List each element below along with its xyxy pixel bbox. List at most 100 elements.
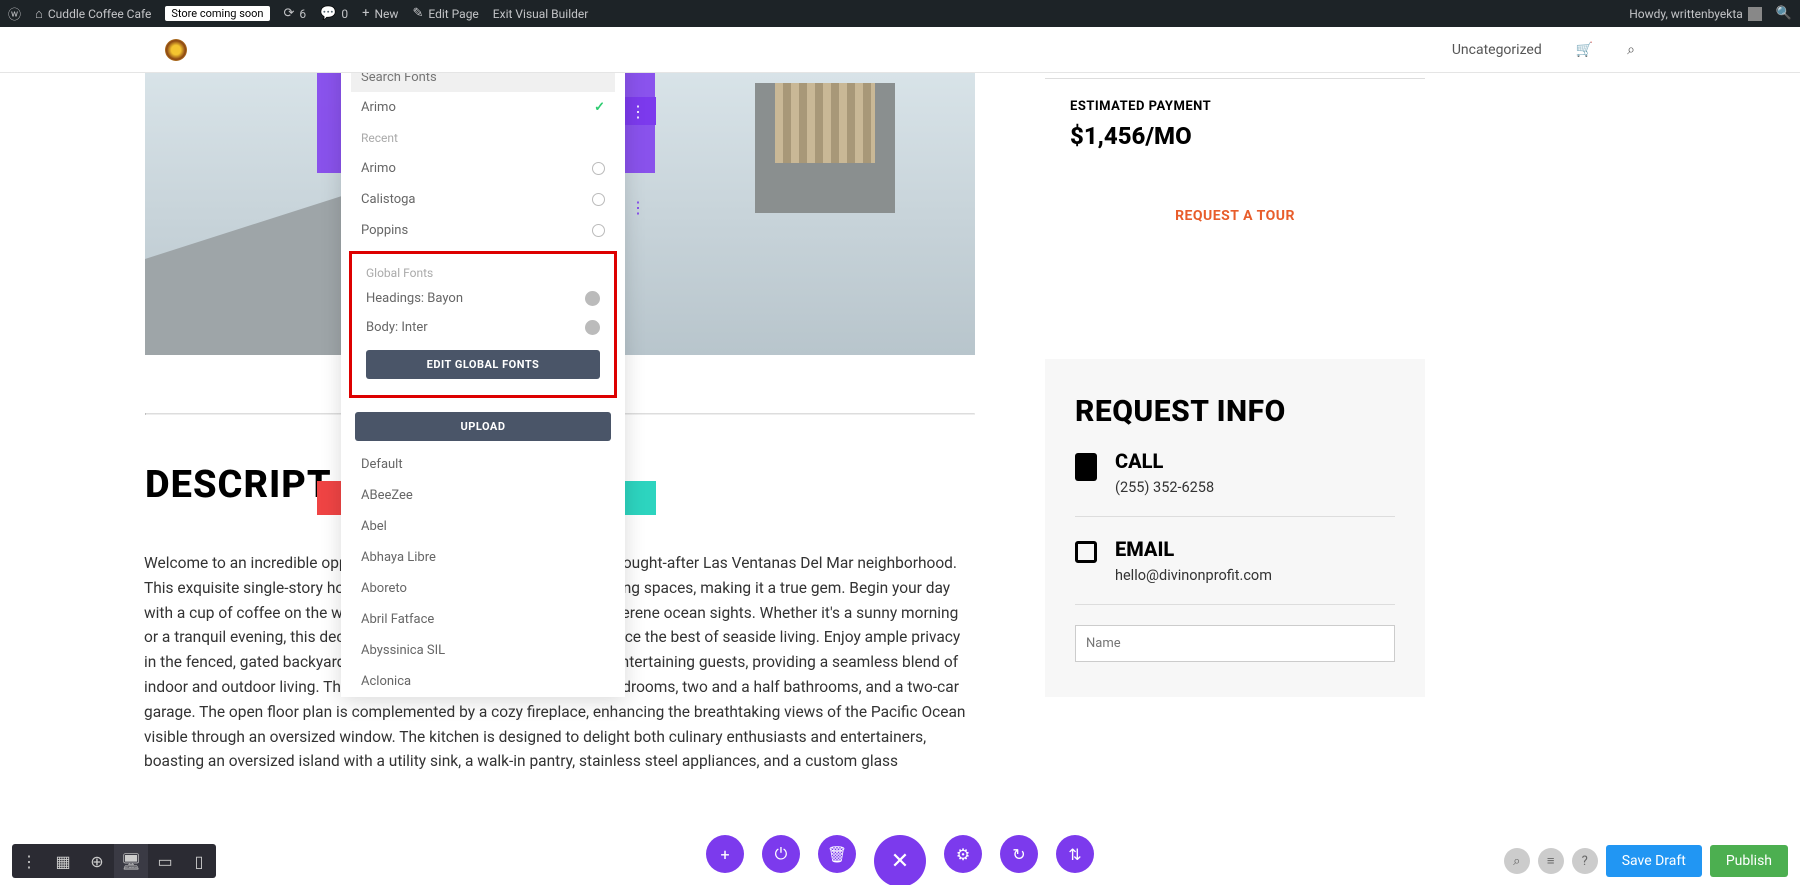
site-name-text: Cuddle Coffee Cafe (48, 7, 152, 21)
contact-call-row: CALL (255) 352-6258 (1075, 429, 1395, 517)
avatar (1748, 7, 1762, 21)
exit-vb-link[interactable]: Exit Visual Builder (493, 7, 589, 21)
right-actions: ⌕ ≡ ? Save Draft Publish (1504, 845, 1788, 877)
zoom-button[interactable]: ⊕ (80, 844, 114, 878)
clock-icon (592, 193, 605, 206)
font-item[interactable]: Default (341, 449, 625, 480)
font-item-global-headings[interactable]: Headings: Bayon (352, 284, 614, 313)
name-input[interactable] (1075, 625, 1395, 662)
font-name: Calistoga (361, 192, 415, 207)
font-name: Aboreto (361, 581, 407, 596)
check-icon: ✓ (594, 100, 605, 115)
global-fonts-highlight: Global Fonts Headings: Bayon Body: Inter… (349, 251, 617, 398)
home-icon: ⌂ (35, 6, 43, 22)
menu-button[interactable]: ⋮ (12, 844, 46, 878)
close-button[interactable]: ✕ (874, 835, 926, 885)
clock-icon (592, 224, 605, 237)
find-button[interactable]: ⌕ (1504, 848, 1530, 874)
upload-font-button[interactable]: UPLOAD (355, 412, 611, 441)
delete-button[interactable]: 🗑 (818, 835, 856, 873)
wp-admin-bar: ⓦ ⌂Cuddle Coffee Cafe Store coming soon … (0, 0, 1800, 27)
edit-page-link[interactable]: ✎ Edit Page (412, 6, 478, 21)
new-link[interactable]: +New (362, 6, 398, 21)
wp-logo-link[interactable]: ⓦ (8, 4, 21, 23)
font-item[interactable]: Abel (341, 511, 625, 542)
site-name-link[interactable]: ⌂ Cuddle Coffee Cafe (35, 6, 151, 22)
updates-link[interactable]: ⟳6 (284, 6, 307, 21)
font-item-recent[interactable]: Calistoga (341, 184, 625, 215)
module-outline-red (317, 481, 341, 515)
store-status-badge: Store coming soon (165, 6, 269, 21)
font-name: Poppins (361, 223, 408, 238)
email-icon (1075, 541, 1097, 563)
site-logo[interactable] (165, 39, 187, 61)
plus-icon: + (362, 6, 369, 21)
font-item[interactable]: Abyssinica SIL (341, 635, 625, 666)
layers-button[interactable]: ≡ (1538, 848, 1564, 874)
font-item[interactable]: Aclonica (341, 666, 625, 697)
history-button[interactable]: ↻ (1000, 835, 1038, 873)
estimated-payment-box: ESTIMATED PAYMENT $1,456/MO REQUEST A TO… (1045, 78, 1425, 244)
cart-icon[interactable]: 🛒 (1576, 42, 1593, 58)
font-item-recent[interactable]: Arimo (341, 153, 625, 184)
mobile-view-button[interactable]: ▯ (182, 844, 216, 878)
module-menu-button-2[interactable]: ⋮ (620, 193, 656, 221)
font-name: Aclonica (361, 674, 411, 689)
comments-count: 0 (341, 7, 348, 21)
add-button[interactable]: + (706, 835, 744, 873)
font-name: Body: Inter (366, 320, 428, 335)
updates-count: 6 (299, 7, 306, 21)
font-name: Abril Fatface (361, 612, 434, 627)
font-name: Abel (361, 519, 387, 534)
edit-global-fonts-button[interactable]: EDIT GLOBAL FONTS (366, 350, 600, 379)
nav-search-icon[interactable]: ⌕ (1627, 42, 1635, 58)
module-menu-button[interactable]: ⋮ (620, 97, 656, 125)
wordpress-icon: ⓦ (8, 4, 21, 23)
clock-icon (592, 162, 605, 175)
font-dropdown-panel: Arimo ✓ Recent Arimo Calistoga Poppins G… (341, 73, 625, 697)
howdy-link[interactable]: Howdy, writtenbyekta (1629, 7, 1762, 21)
font-item[interactable]: ABeeZee (341, 480, 625, 511)
wireframe-view-button[interactable]: ▦ (46, 844, 80, 878)
builder-bottom-bar: ⋮ ▦ ⊕ 🖥 ▭ ▯ + ⏻ 🗑 ✕ ⚙ ↻ ⇅ ⌕ ≡ ? Save Dra… (0, 837, 1800, 885)
module-outline-green (624, 481, 656, 515)
font-name: Headings: Bayon (366, 291, 463, 306)
font-search-input[interactable] (351, 73, 615, 92)
pencil-icon: ✎ (412, 6, 423, 21)
nav-uncategorized[interactable]: Uncategorized (1452, 42, 1542, 58)
sliders-button[interactable]: ⇅ (1056, 835, 1094, 873)
settings-button[interactable]: ⚙ (944, 835, 982, 873)
comments-link[interactable]: 💬0 (320, 6, 348, 21)
request-info-box: REQUEST INFO CALL (255) 352-6258 EMAIL h… (1045, 359, 1425, 697)
sidebar-column: ESTIMATED PAYMENT $1,456/MO REQUEST A TO… (1045, 73, 1425, 697)
request-tour-button[interactable]: REQUEST A TOUR (1070, 208, 1400, 224)
globe-icon (585, 291, 600, 306)
estimated-value: $1,456/MO (1070, 122, 1400, 150)
call-label: CALL (1115, 449, 1214, 473)
power-button[interactable]: ⏻ (762, 835, 800, 873)
font-item-global-body[interactable]: Body: Inter (352, 313, 614, 342)
exit-vb-label: Exit Visual Builder (493, 7, 589, 21)
font-item-selected[interactable]: Arimo ✓ (341, 92, 625, 123)
globe-icon (585, 320, 600, 335)
font-item-recent[interactable]: Poppins (341, 215, 625, 246)
desktop-view-button[interactable]: 🖥 (114, 844, 148, 878)
center-actions: + ⏻ 🗑 ✕ ⚙ ↻ ⇅ (706, 835, 1094, 885)
edit-page-label: Edit Page (428, 7, 478, 21)
publish-button[interactable]: Publish (1710, 845, 1788, 877)
save-draft-button[interactable]: Save Draft (1606, 845, 1702, 877)
tablet-view-button[interactable]: ▭ (148, 844, 182, 878)
email-value: hello@divinonprofit.com (1115, 567, 1272, 584)
font-item[interactable]: Aboreto (341, 573, 625, 604)
font-item[interactable]: Abhaya Libre (341, 542, 625, 573)
font-name: Arimo (361, 100, 396, 115)
font-name: Default (361, 457, 403, 472)
help-button[interactable]: ? (1572, 848, 1598, 874)
font-item[interactable]: Abril Fatface (341, 604, 625, 635)
font-name: ABeeZee (361, 488, 413, 503)
comment-icon: 💬 (320, 6, 336, 21)
view-controls: ⋮ ▦ ⊕ 🖥 ▭ ▯ (12, 844, 216, 878)
page-canvas: ⋮ ⋮ DESCRIPT Welcome to an incredible op… (0, 73, 1800, 885)
search-toggle[interactable]: 🔍 (1776, 6, 1792, 21)
contact-email-row: EMAIL hello@divinonprofit.com (1075, 517, 1395, 605)
